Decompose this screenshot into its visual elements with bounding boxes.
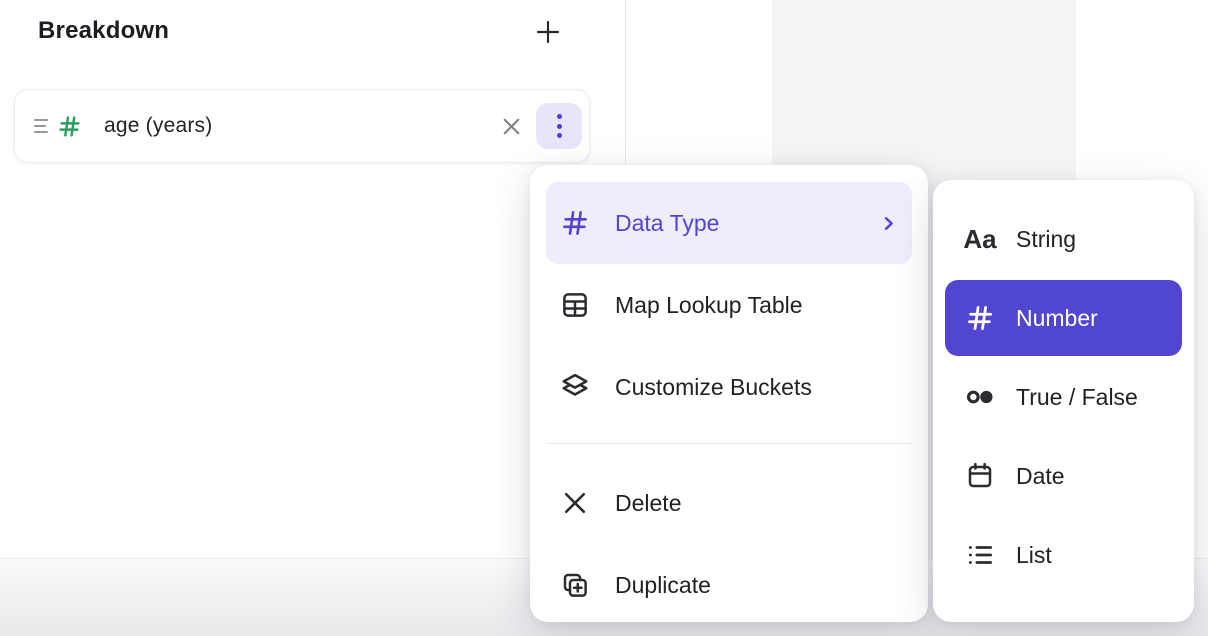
field-name-label: age (years): [104, 114, 212, 138]
list-icon: [964, 540, 996, 570]
x-icon: [560, 488, 590, 518]
Aa-icon: Aa: [964, 224, 996, 255]
add-breakdown-button[interactable]: [528, 12, 568, 52]
submenu-item-list[interactable]: List: [945, 517, 1182, 593]
menu-item-label: Delete: [615, 490, 681, 517]
field-options-menu: Data Type Map Lookup Table: [530, 165, 928, 622]
field-options-button[interactable]: [536, 103, 582, 149]
submenu-item-label: String: [1016, 226, 1076, 253]
remove-field-button[interactable]: [496, 111, 526, 141]
submenu-item-number[interactable]: Number: [945, 280, 1182, 356]
submenu-item-date[interactable]: Date: [945, 438, 1182, 514]
submenu-item-label: Date: [1016, 463, 1065, 490]
submenu-item-string[interactable]: Aa String: [945, 201, 1182, 277]
stack-icon: [560, 372, 590, 402]
hash-icon: [560, 208, 590, 238]
submenu-item-true-false[interactable]: True / False: [945, 359, 1182, 435]
menu-item-map-lookup-table[interactable]: Map Lookup Table: [546, 264, 912, 346]
menu-item-data-type[interactable]: Data Type: [546, 182, 912, 264]
toggle-circles-icon: [964, 381, 996, 413]
submenu-item-label: True / False: [1016, 384, 1138, 411]
close-icon: [499, 114, 524, 139]
menu-item-delete[interactable]: Delete: [546, 462, 912, 544]
table-icon: [560, 290, 590, 320]
menu-item-label: Duplicate: [615, 572, 711, 599]
menu-item-duplicate[interactable]: Duplicate: [546, 544, 912, 622]
submenu-item-label: Number: [1016, 305, 1098, 332]
page-title: Breakdown: [38, 17, 169, 45]
calendar-icon: [964, 461, 996, 491]
chevron-right-icon: [879, 214, 898, 233]
menu-item-label: Map Lookup Table: [615, 292, 803, 319]
menu-item-label: Data Type: [615, 210, 719, 237]
menu-divider: [546, 443, 912, 444]
data-type-submenu: Aa String Number True / False: [933, 180, 1194, 622]
drag-handle-icon[interactable]: [34, 119, 48, 133]
submenu-item-label: List: [1016, 542, 1052, 569]
plus-icon: [532, 16, 564, 48]
kebab-menu-icon: [557, 114, 562, 138]
hash-icon: [57, 114, 82, 139]
app-canvas: Breakdown age (years): [0, 0, 1208, 636]
copy-plus-icon: [560, 570, 590, 600]
breakdown-field-card: age (years): [14, 89, 590, 163]
menu-item-customize-buckets[interactable]: Customize Buckets: [546, 346, 912, 428]
hash-icon: [964, 303, 996, 333]
menu-item-label: Customize Buckets: [615, 374, 812, 401]
